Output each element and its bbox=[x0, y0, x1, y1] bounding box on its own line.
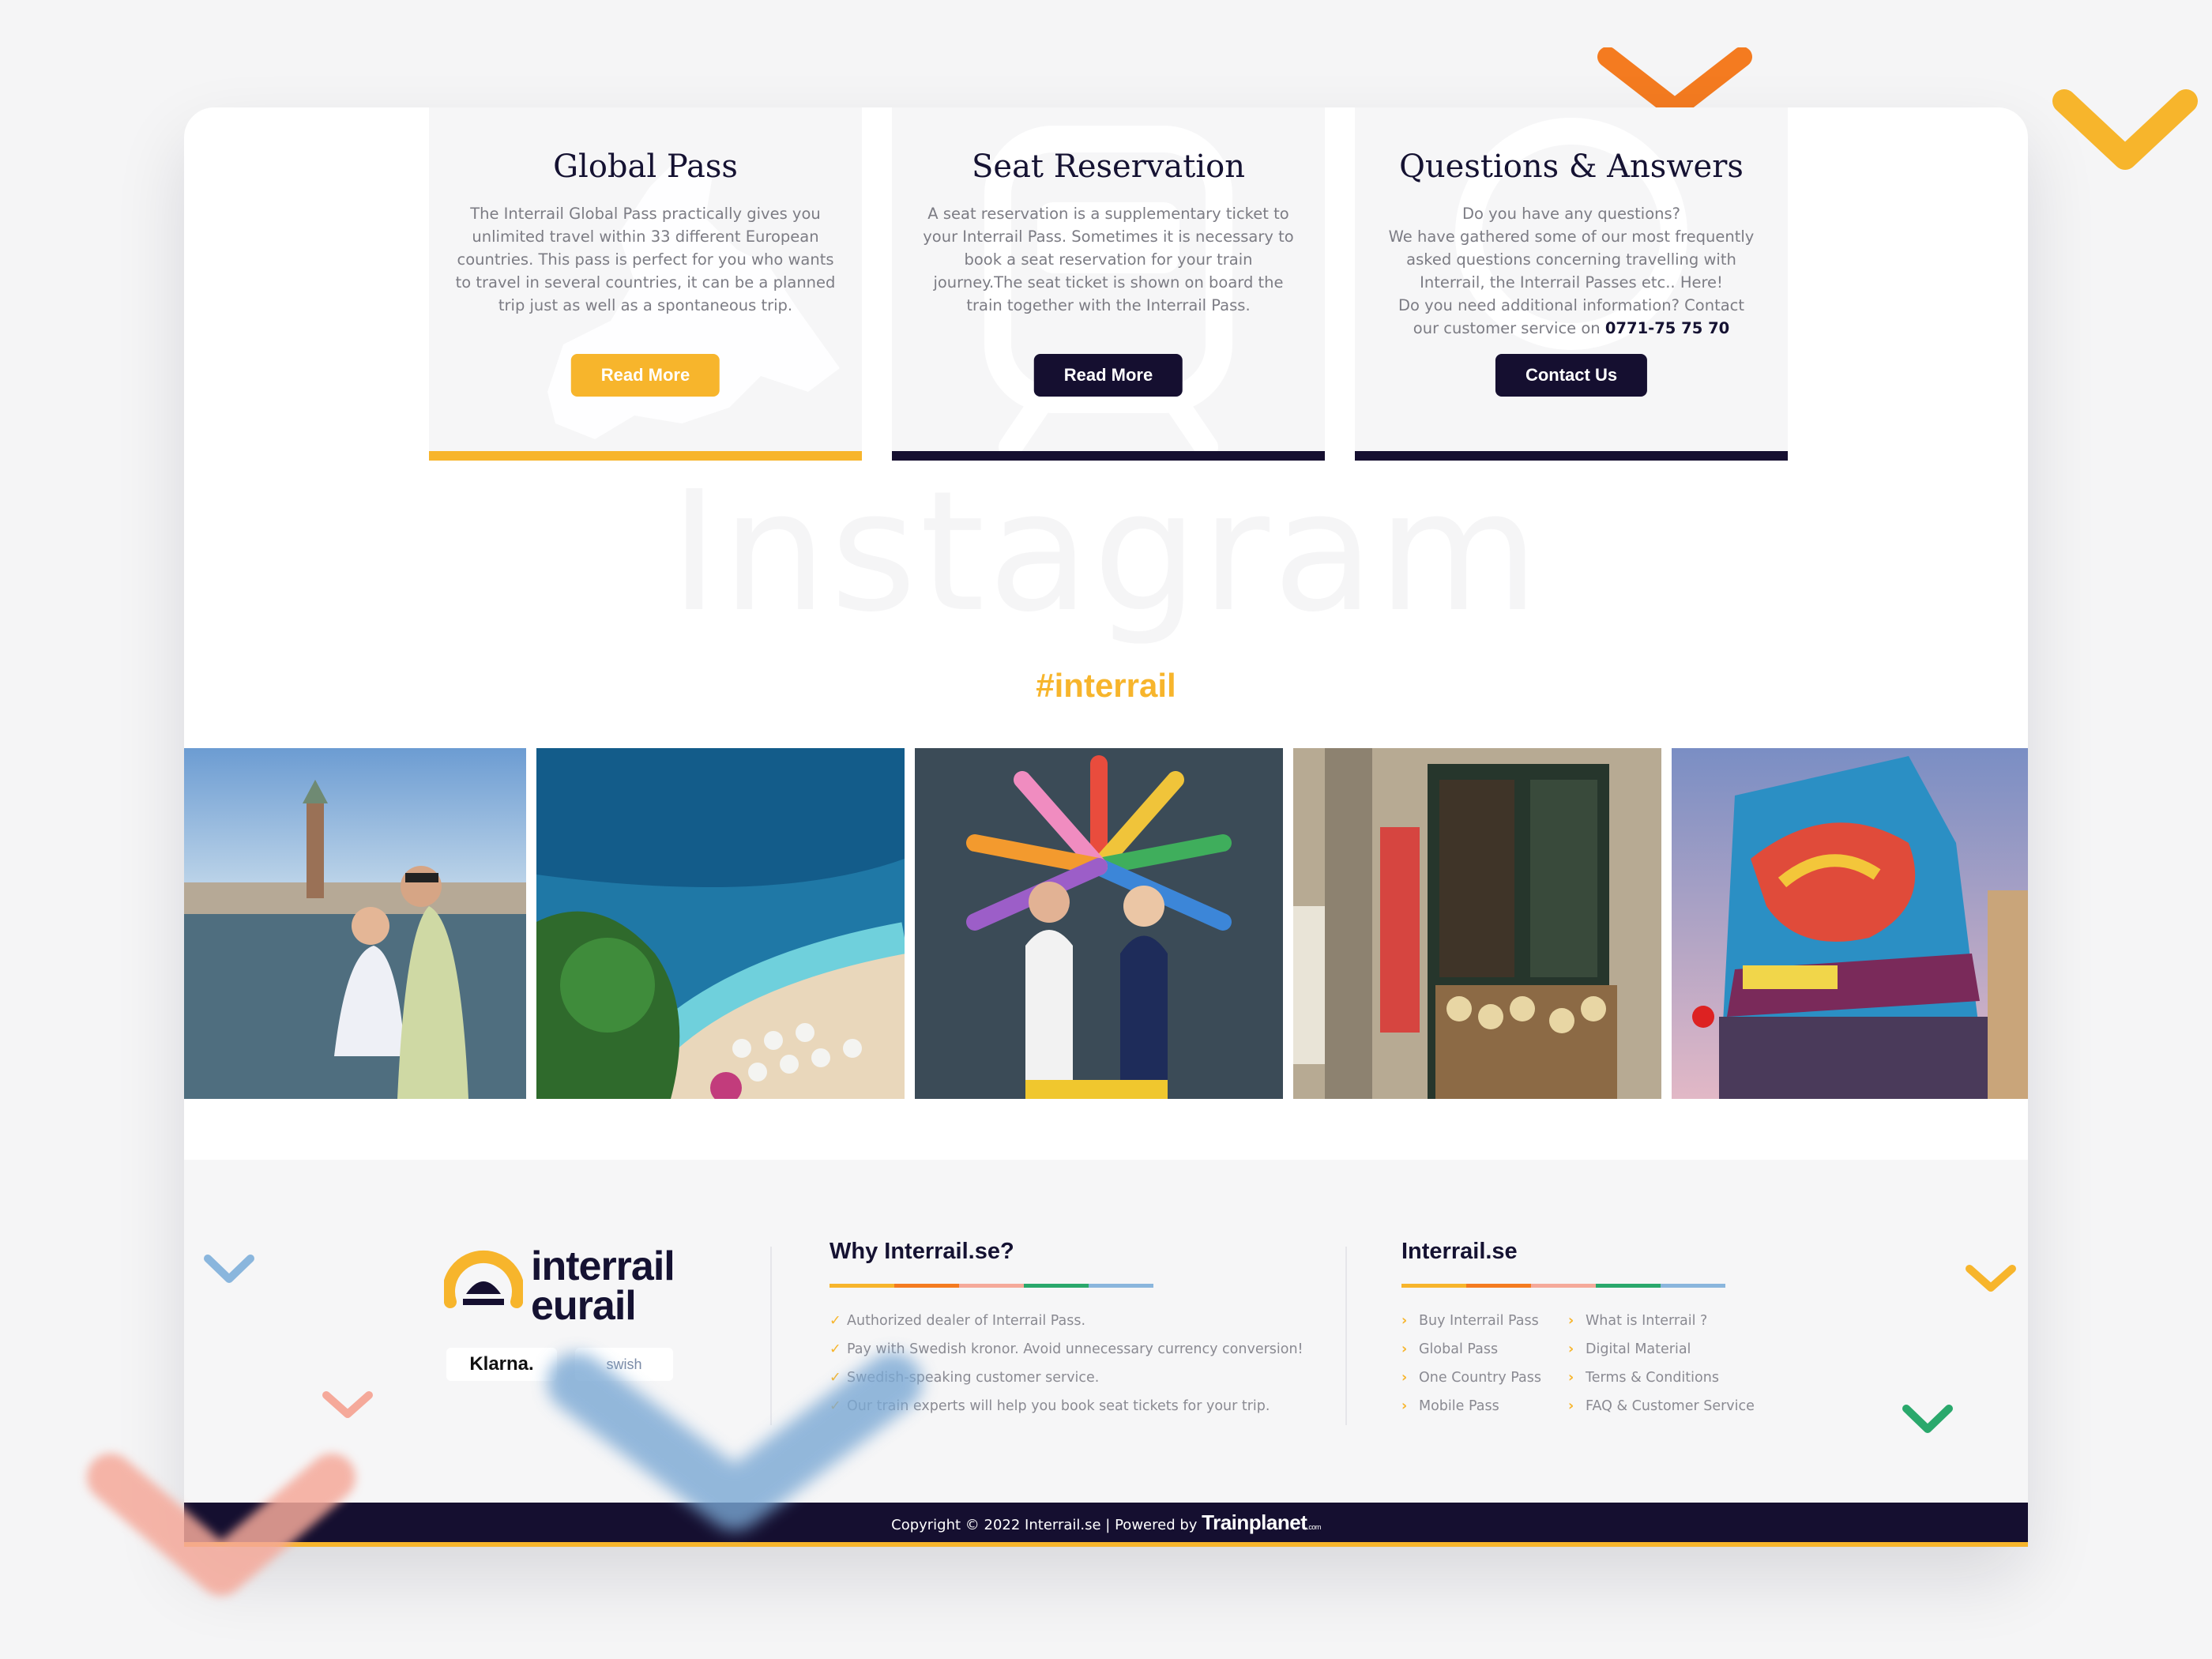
instagram-hashtag[interactable]: #interrail bbox=[184, 667, 2028, 705]
instagram-photo-strip bbox=[184, 748, 2028, 1099]
footer-link-buy-interrail-pass[interactable]: › Buy Interrail Pass bbox=[1401, 1307, 1541, 1335]
why-heading-stripe bbox=[830, 1284, 1153, 1288]
links-heading-stripe bbox=[1401, 1284, 1725, 1288]
card-body: A seat reservation is a supplementary ti… bbox=[923, 205, 1294, 314]
yellow-chevron-top-right-icon bbox=[2052, 89, 2198, 170]
why-interrail-heading: Why Interrail.se? bbox=[830, 1239, 1014, 1264]
copyright-text: Copyright © 2022 Interrail.se | Powered … bbox=[891, 1517, 1202, 1533]
global-pass-read-more-button[interactable]: Read More bbox=[570, 354, 720, 397]
chevron-right-icon: › bbox=[1568, 1313, 1574, 1329]
chevron-right-icon: › bbox=[1568, 1370, 1574, 1386]
green-chevron-small-icon bbox=[1902, 1405, 1953, 1433]
footer-divider bbox=[1345, 1247, 1347, 1425]
card-title: Global Pass bbox=[553, 149, 738, 185]
footer-link-one-country-pass[interactable]: › One Country Pass bbox=[1401, 1364, 1541, 1392]
contact-us-button[interactable]: Contact Us bbox=[1495, 354, 1648, 397]
card-body: The Interrail Global Pass practically gi… bbox=[455, 205, 836, 314]
footer-link-global-pass[interactable]: › Global Pass bbox=[1401, 1335, 1541, 1364]
card-seat-reservation: Seat Reservation A seat reservation is a… bbox=[892, 107, 1325, 461]
check-icon: ✓ bbox=[830, 1313, 841, 1329]
footer-link-what-is-interrail[interactable]: › What is Interrail ? bbox=[1568, 1307, 1755, 1335]
footer-link-mobile-pass[interactable]: › Mobile Pass bbox=[1401, 1392, 1541, 1420]
chevron-right-icon: › bbox=[1568, 1398, 1574, 1414]
chevron-right-icon: › bbox=[1568, 1341, 1574, 1357]
blue-chevron-large-blurred-icon bbox=[547, 1352, 923, 1531]
pink-chevron-small-icon bbox=[322, 1391, 373, 1418]
card-title: Seat Reservation bbox=[972, 149, 1245, 185]
chevron-right-icon: › bbox=[1401, 1341, 1408, 1357]
chevron-right-icon: › bbox=[1401, 1313, 1408, 1329]
card-body: Do you have any questions? We have gather… bbox=[1388, 205, 1755, 337]
clog-wall-couple-photo[interactable] bbox=[915, 748, 1283, 1099]
footer-link-digital-material[interactable]: › Digital Material bbox=[1568, 1335, 1755, 1364]
trainplanet-logo[interactable]: Trainplanet.com bbox=[1202, 1510, 1321, 1534]
yellow-chevron-small-right-icon bbox=[1966, 1265, 2016, 1292]
mural-building-photo[interactable] bbox=[1672, 748, 2028, 1099]
links-column-1: › Buy Interrail Pass › Global Pass › One Co… bbox=[1401, 1307, 1541, 1420]
card-questions-answers: Questions & Answers Do you have any ques… bbox=[1355, 107, 1788, 461]
interrail-logo-icon[interactable] bbox=[444, 1247, 523, 1315]
footer-link-faq-customer-service[interactable]: › FAQ & Customer Service bbox=[1568, 1392, 1755, 1420]
interrail-links-heading: Interrail.se bbox=[1401, 1239, 1518, 1264]
beach-coast-photo[interactable] bbox=[536, 748, 905, 1099]
footer-link-terms-conditions[interactable]: › Terms & Conditions bbox=[1568, 1364, 1755, 1392]
card-title: Questions & Answers bbox=[1399, 149, 1744, 185]
card-global-pass: Global Pass The Interrail Global Pass pr… bbox=[429, 107, 862, 461]
info-cards: Global Pass The Interrail Global Pass pr… bbox=[429, 107, 1791, 461]
chevron-right-icon: › bbox=[1401, 1398, 1408, 1414]
blue-chevron-small-left-icon bbox=[204, 1255, 254, 1283]
instagram-watermark: Instagram bbox=[669, 455, 1543, 649]
chevron-right-icon: › bbox=[1401, 1370, 1408, 1386]
seat-reservation-read-more-button[interactable]: Read More bbox=[1033, 354, 1183, 397]
interrail-eurail-logo-text[interactable]: interrail eurail bbox=[531, 1246, 675, 1326]
links-column-2: › What is Interrail ? › Digital Material ›… bbox=[1568, 1307, 1755, 1420]
venice-couple-photo[interactable] bbox=[184, 748, 526, 1099]
customer-service-phone: 0771-75 75 70 bbox=[1604, 319, 1730, 337]
pink-chevron-large-blurred-icon bbox=[87, 1454, 356, 1596]
shop-front-photo[interactable] bbox=[1293, 748, 1661, 1099]
list-item: ✓ Authorized dealer of Interrail Pass. bbox=[830, 1307, 1304, 1335]
copyright-bar: Copyright © 2022 Interrail.se | Powered … bbox=[184, 1503, 2028, 1547]
